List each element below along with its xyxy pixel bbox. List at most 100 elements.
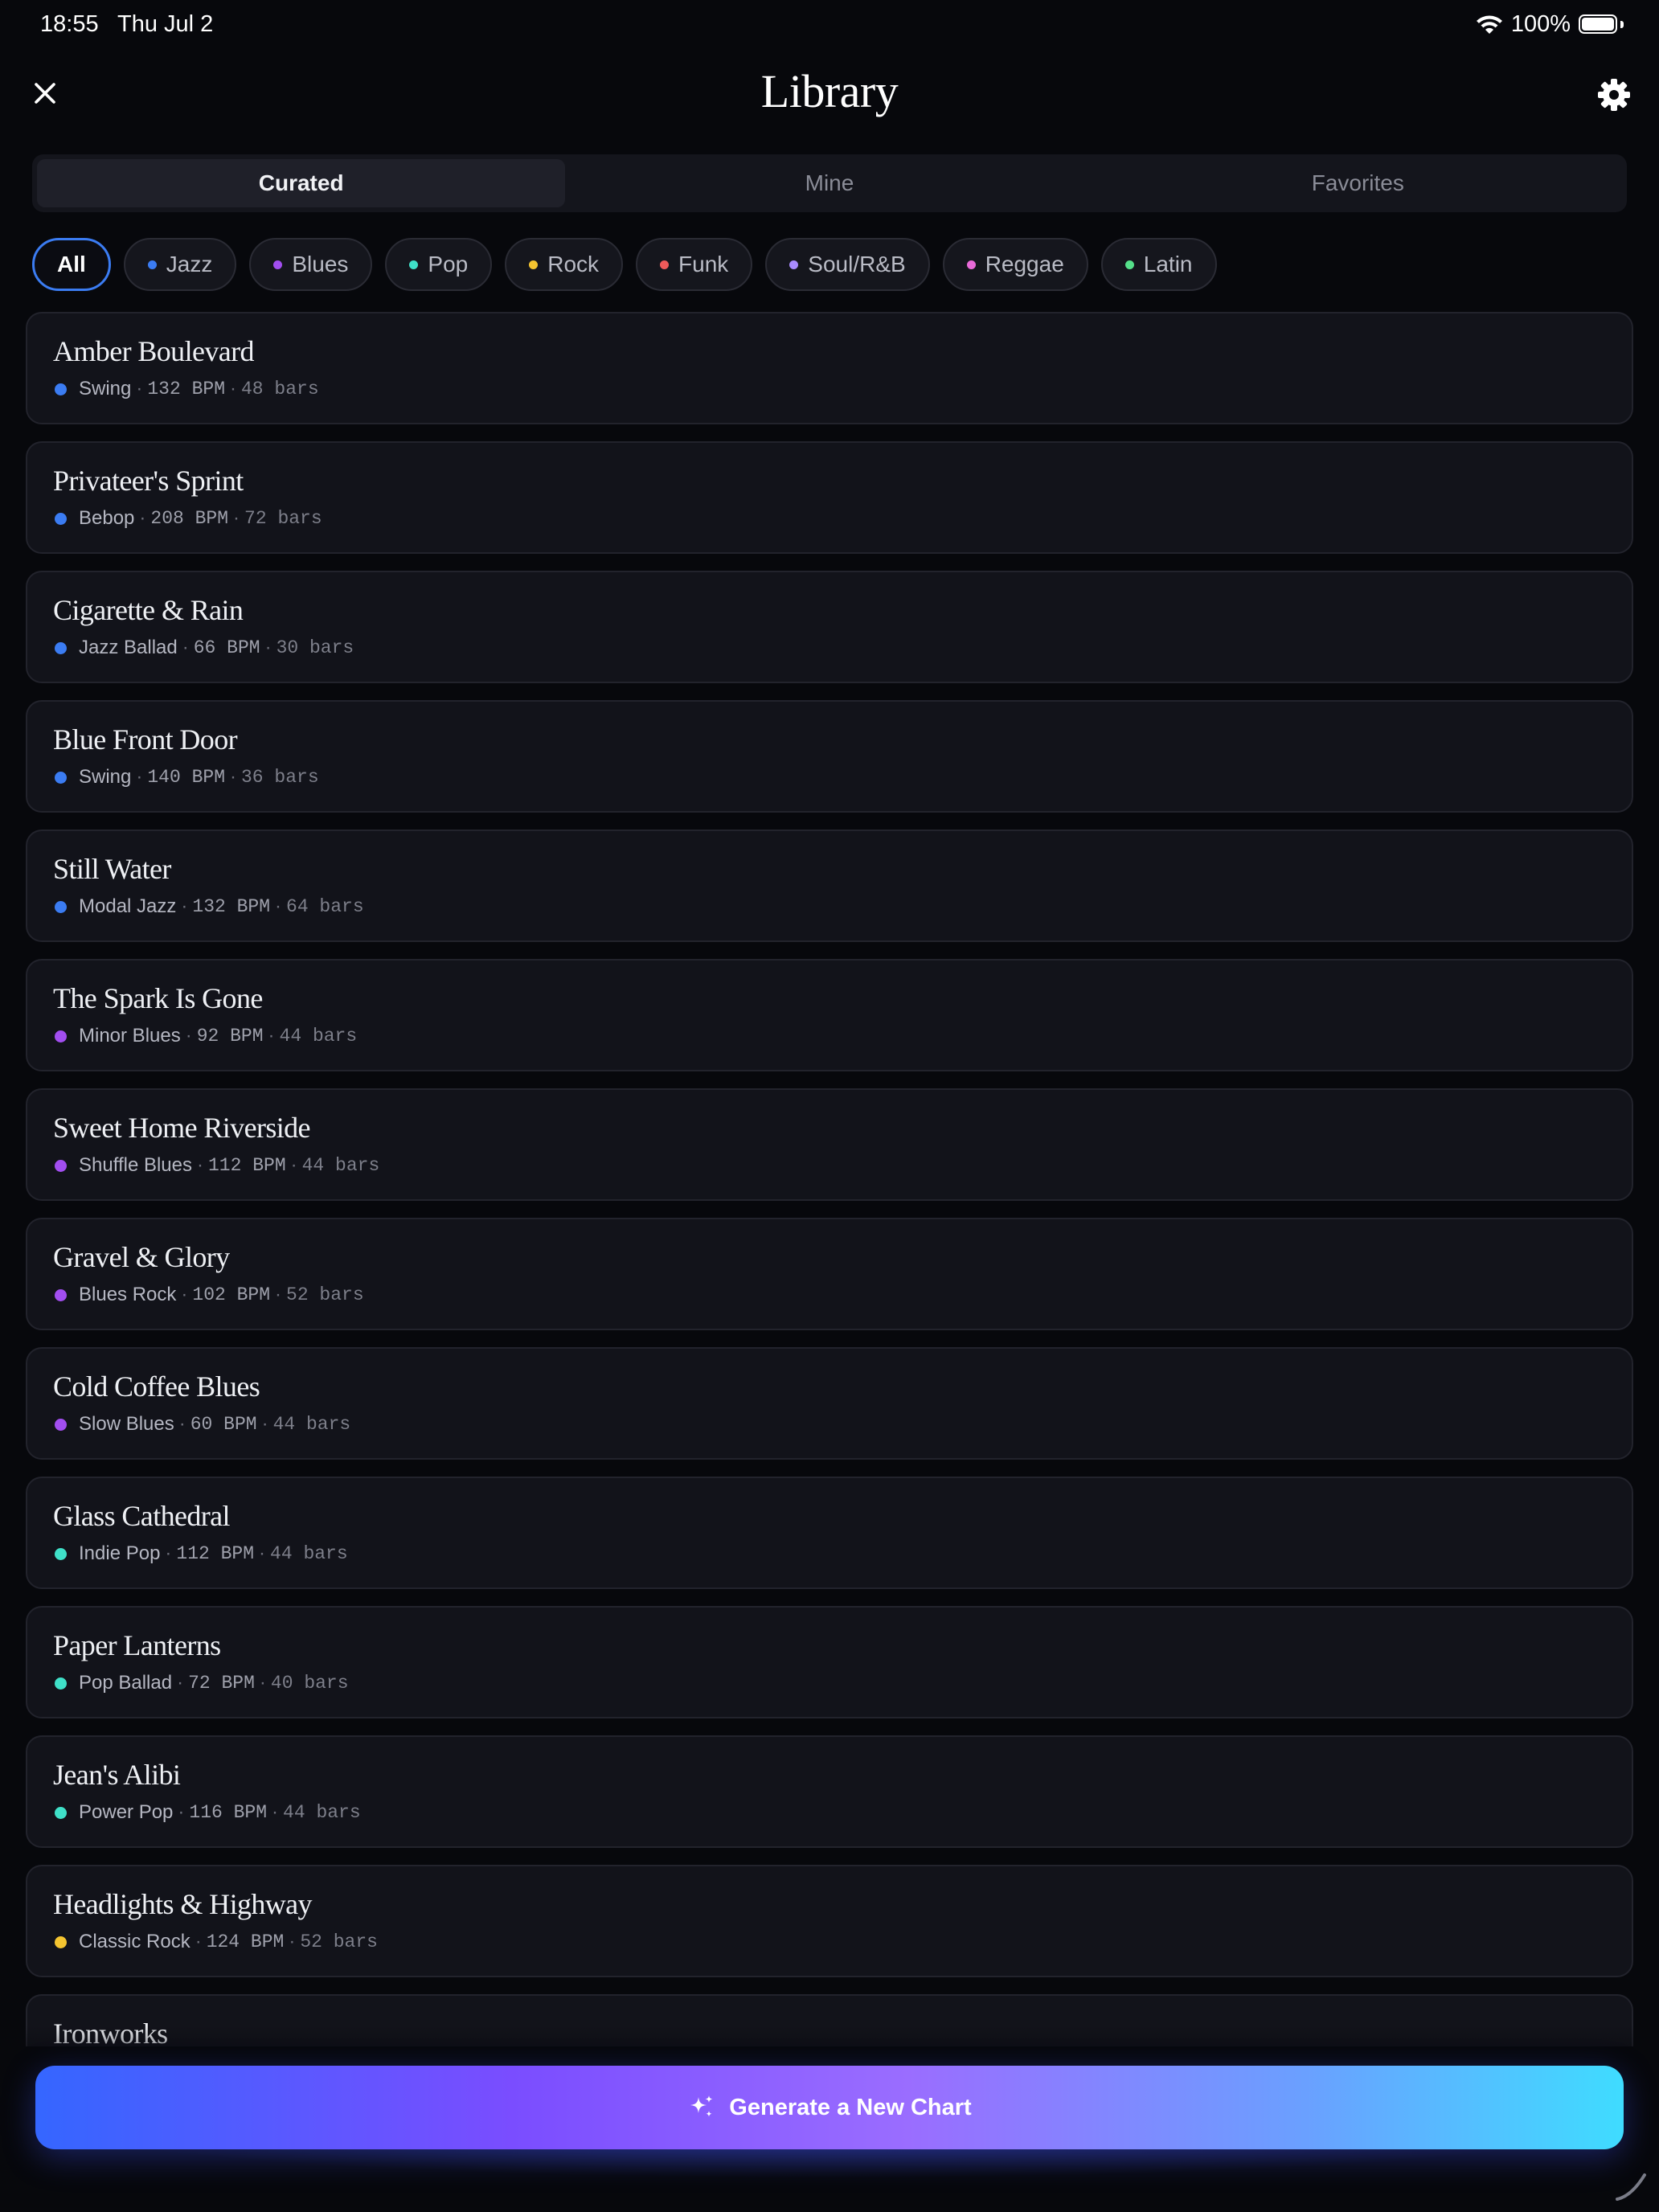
song-meta: Slow Blues · 60 BPM · 44 bars (55, 1413, 350, 1436)
song-bars: 52 bars (286, 1284, 364, 1305)
filter-chip-all[interactable]: All (32, 238, 111, 291)
song-title: Paper Lanterns (53, 1629, 221, 1661)
filter-chip-label: Pop (428, 252, 469, 276)
song-card[interactable]: Privateer's Sprint Bebop · 208 BPM · 72 bars (26, 441, 1633, 554)
filter-chip-blues[interactable]: Blues (249, 238, 373, 291)
song-card[interactable]: Still Water Modal Jazz · 132 BPM · 64 bars (26, 830, 1633, 942)
song-meta: Pop Ballad · 72 BPM · 40 bars (55, 1672, 349, 1694)
meta-separator: · (275, 1284, 282, 1305)
song-style: Swing (79, 766, 132, 788)
filter-chip-latin[interactable]: Latin (1100, 238, 1217, 291)
meta-separator: · (289, 1931, 296, 1952)
meta-separator: · (268, 1025, 275, 1047)
song-list[interactable]: Amber Boulevard Swing · 132 BPM · 48 bars Priv… (26, 312, 1633, 2046)
song-title: Cigarette & Rain (53, 594, 244, 626)
genre-dot-icon (409, 260, 419, 269)
generate-chart-label: Generate a New Chart (729, 2094, 972, 2120)
song-card[interactable]: Cold Coffee Blues Slow Blues · 60 BPM · 44 ba… (26, 1347, 1633, 1460)
song-card[interactable]: Glass Cathedral Indie Pop · 112 BPM · 44 bars (26, 1477, 1633, 1589)
genre-dot-icon (55, 1677, 67, 1690)
song-style: Pop Ballad (79, 1672, 173, 1694)
song-style: Jazz Ballad (79, 637, 178, 658)
wifi-icon (1476, 15, 1502, 34)
song-meta: Indie Pop · 112 BPM · 44 bars (55, 1542, 348, 1565)
genre-dot-icon (789, 260, 799, 269)
song-title: Sweet Home Riverside (53, 1112, 311, 1144)
filter-chip-label: Jazz (166, 252, 213, 276)
genre-dot-icon (55, 1030, 67, 1043)
genre-dot-icon (55, 641, 67, 654)
song-bpm: 116 BPM (189, 1802, 268, 1823)
battery-icon (1579, 14, 1624, 35)
song-style: Shuffle Blues (79, 1154, 192, 1176)
genre-dot-icon (55, 1547, 67, 1560)
status-bar: 18:55 Thu Jul 2 100% (0, 0, 1659, 51)
meta-separator: · (178, 1413, 186, 1435)
battery-percent: 100% (1510, 11, 1571, 37)
song-bpm: 92 BPM (196, 1026, 264, 1047)
song-bars: 44 bars (283, 1802, 361, 1823)
song-card[interactable]: Jean's Alibi Power Pop · 116 BPM · 44 bars (26, 1735, 1633, 1848)
genre-dot-icon (55, 1936, 67, 1948)
song-bpm: 132 BPM (147, 379, 225, 399)
song-style: Classic Rock (79, 1931, 190, 1952)
song-bars: 30 bars (276, 637, 354, 658)
meta-separator: · (177, 1672, 184, 1694)
genre-dot-icon (55, 771, 67, 784)
gear-icon[interactable] (1596, 77, 1632, 113)
filter-chip-label: Blues (292, 252, 349, 276)
song-title: Jean's Alibi (53, 1759, 181, 1791)
song-bpm: 102 BPM (192, 1284, 271, 1305)
song-bpm: 140 BPM (147, 767, 225, 788)
song-bpm: 124 BPM (206, 1931, 285, 1952)
song-card[interactable]: Cigarette & Rain Jazz Ballad · 66 BPM · 30 ba… (26, 571, 1633, 683)
song-style: Swing (79, 378, 132, 399)
song-bars: 52 bars (300, 1931, 378, 1952)
meta-separator: · (197, 1154, 203, 1176)
genre-dot-icon (529, 260, 539, 269)
song-title: Gravel & Glory (53, 1241, 230, 1273)
song-style: Modal Jazz (79, 895, 177, 917)
song-meta: Shuffle Blues · 112 BPM · 44 bars (55, 1154, 379, 1177)
filter-chip-rock[interactable]: Rock (505, 238, 624, 291)
song-meta: Bebop · 208 BPM · 72 bars (55, 507, 322, 530)
song-card[interactable]: Amber Boulevard Swing · 132 BPM · 48 bars (26, 312, 1633, 424)
song-card[interactable]: The Spark Is Gone Minor Blues · 92 BPM · 44 b… (26, 959, 1633, 1071)
song-style: Power Pop (79, 1801, 174, 1823)
genre-dot-icon (55, 512, 67, 525)
song-style: Bebop (79, 507, 135, 529)
filter-chip-label: Rock (547, 252, 600, 276)
meta-separator: · (178, 1801, 185, 1823)
song-card[interactable]: Gravel & Glory Blues Rock · 102 BPM · 52 bars (26, 1218, 1633, 1330)
generate-chart-button[interactable]: Generate a New Chart (35, 2066, 1624, 2149)
song-bars: 48 bars (241, 379, 319, 399)
filter-chip-pop[interactable]: Pop (385, 238, 493, 291)
meta-separator: · (230, 378, 236, 399)
tab-curated[interactable]: Curated (37, 159, 566, 207)
song-bars: 72 bars (244, 508, 322, 529)
genre-dot-icon (147, 260, 157, 269)
song-bars: 64 bars (286, 896, 364, 917)
filter-chip-soul-r-b[interactable]: Soul/R&B (765, 238, 930, 291)
song-card[interactable]: Headlights & Highway Classic Rock · 124 BPM… (26, 1865, 1633, 1977)
meta-separator: · (182, 637, 189, 658)
song-title: Amber Boulevard (53, 335, 255, 367)
song-card[interactable]: Sweet Home Riverside Shuffle Blues · 112 BP… (26, 1088, 1633, 1201)
song-title: Still Water (53, 853, 171, 885)
tab-favorites[interactable]: Favorites (1094, 159, 1622, 207)
genre-dot-icon (55, 383, 67, 395)
filter-chip-reggae[interactable]: Reggae (942, 238, 1088, 291)
tab-mine[interactable]: Mine (565, 159, 1093, 207)
filter-chip-label: All (57, 252, 86, 276)
genre-dot-icon (660, 260, 670, 269)
song-title: Headlights & Highway (53, 1888, 313, 1920)
song-style: Minor Blues (79, 1025, 181, 1047)
sparkles-icon (690, 2095, 713, 2117)
filter-chip-funk[interactable]: Funk (636, 238, 753, 291)
song-style: Blues Rock (79, 1284, 177, 1305)
filter-chip-jazz[interactable]: Jazz (123, 238, 237, 291)
song-card[interactable]: Blue Front Door Swing · 140 BPM · 36 bars (26, 700, 1633, 813)
song-title: Privateer's Sprint (53, 465, 244, 497)
song-card[interactable]: Paper Lanterns Pop Ballad · 72 BPM · 40 bars (26, 1606, 1633, 1718)
song-meta: Modal Jazz · 132 BPM · 64 bars (55, 895, 364, 918)
